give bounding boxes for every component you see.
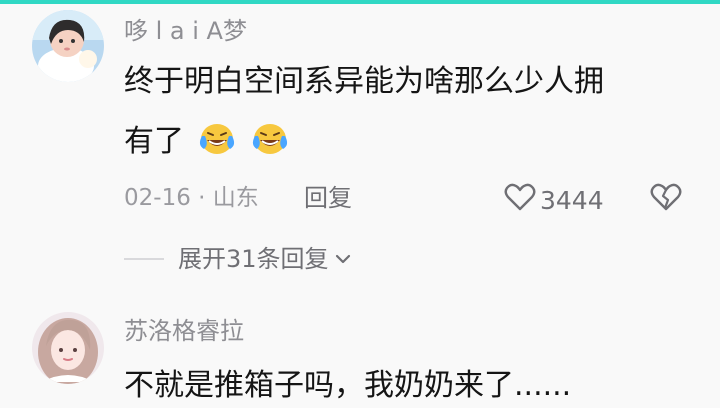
comment-text: 终于明白空间系异能为啥那么少人拥 <box>124 60 604 104</box>
expand-divider <box>124 258 164 260</box>
like-button[interactable]: 3444 <box>504 183 604 218</box>
broken-heart-icon <box>650 183 682 215</box>
username[interactable]: 苏洛格睿拉 <box>124 316 244 346</box>
comment-item: 苏洛格睿拉 不就是推箱子吗，我奶奶来了...... <box>0 300 720 405</box>
dislike-button[interactable] <box>650 183 682 215</box>
heart-outline-icon <box>504 183 536 218</box>
like-count: 3444 <box>540 185 604 215</box>
comment-text-line-2: 有了 <box>124 124 184 159</box>
comment-item: 哆 l a i A梦 终于明白空间系异能为啥那么少人拥 有了 02-16 · 山… <box>0 0 720 300</box>
expand-replies-label: 展开31条回复 <box>178 245 329 273</box>
expand-replies-button[interactable]: 展开31条回复 <box>124 244 351 274</box>
comment-text-line-1: 终于明白空间系异能为啥那么少人拥 <box>124 64 604 99</box>
comment-text-continued: 有了 <box>124 120 291 164</box>
date-location: 02-16 · 山东 <box>124 185 259 211</box>
avatar[interactable] <box>32 10 104 82</box>
chevron-down-icon <box>335 253 351 265</box>
reply-button[interactable]: 回复 <box>304 183 352 213</box>
comment-text: 不就是推箱子吗，我奶奶来了...... <box>124 364 571 408</box>
laughing-crying-emoji-icon <box>249 121 291 157</box>
comment-text-line-1: 不就是推箱子吗，我奶奶来了...... <box>124 368 572 403</box>
username[interactable]: 哆 l a i A梦 <box>124 16 247 46</box>
avatar[interactable] <box>32 312 104 384</box>
laughing-crying-emoji-icon <box>196 121 238 157</box>
